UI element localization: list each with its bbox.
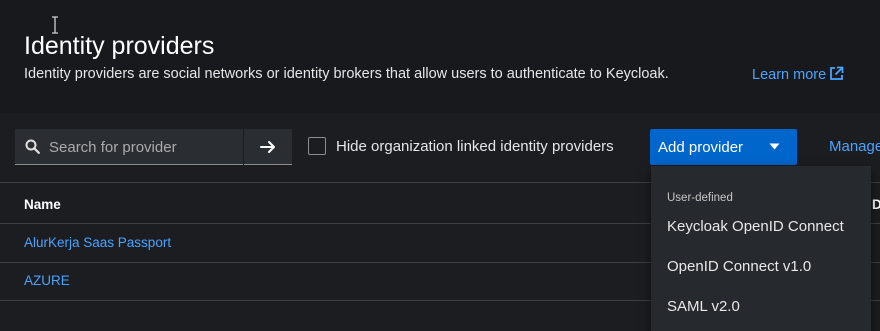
arrow-right-icon bbox=[260, 140, 275, 153]
column-header-name: Name bbox=[24, 197, 61, 212]
page-title: Identity providers bbox=[24, 32, 215, 60]
external-link-icon bbox=[830, 66, 844, 80]
page-subtitle: Identity providers are social networks o… bbox=[24, 66, 669, 82]
add-provider-menu: User-defined Keycloak OpenID Connect Ope… bbox=[651, 166, 871, 331]
hide-org-label: Hide organization linked identity provid… bbox=[336, 138, 614, 155]
learn-more-link[interactable]: Learn more bbox=[752, 66, 844, 83]
learn-more-label: Learn more bbox=[752, 67, 827, 83]
menu-item-keycloak-oidc[interactable]: Keycloak OpenID Connect bbox=[651, 208, 871, 246]
menu-group-title: User-defined bbox=[667, 192, 733, 204]
search-icon bbox=[25, 139, 40, 154]
identity-providers-page: Identity providers Identity providers ar… bbox=[0, 0, 880, 331]
hide-org-checkbox[interactable] bbox=[308, 137, 326, 155]
table-row-link[interactable]: AZURE bbox=[24, 273, 70, 288]
table-row-link[interactable]: AlurKerja Saas Passport bbox=[24, 235, 171, 250]
add-provider-button[interactable]: Add provider bbox=[650, 129, 797, 165]
search-submit-button[interactable] bbox=[244, 129, 292, 165]
search-input[interactable] bbox=[47, 129, 241, 165]
menu-item-saml-v2[interactable]: SAML v2.0 bbox=[651, 288, 871, 326]
add-provider-label: Add provider bbox=[658, 138, 744, 156]
caret-down-icon bbox=[769, 143, 780, 150]
menu-item-oidc-v1[interactable]: OpenID Connect v1.0 bbox=[651, 248, 871, 286]
column-header-partial: De bbox=[872, 197, 880, 212]
manage-link[interactable]: Manage bbox=[829, 138, 880, 155]
page-header: Identity providers Identity providers ar… bbox=[0, 0, 880, 113]
search-field bbox=[15, 129, 243, 165]
